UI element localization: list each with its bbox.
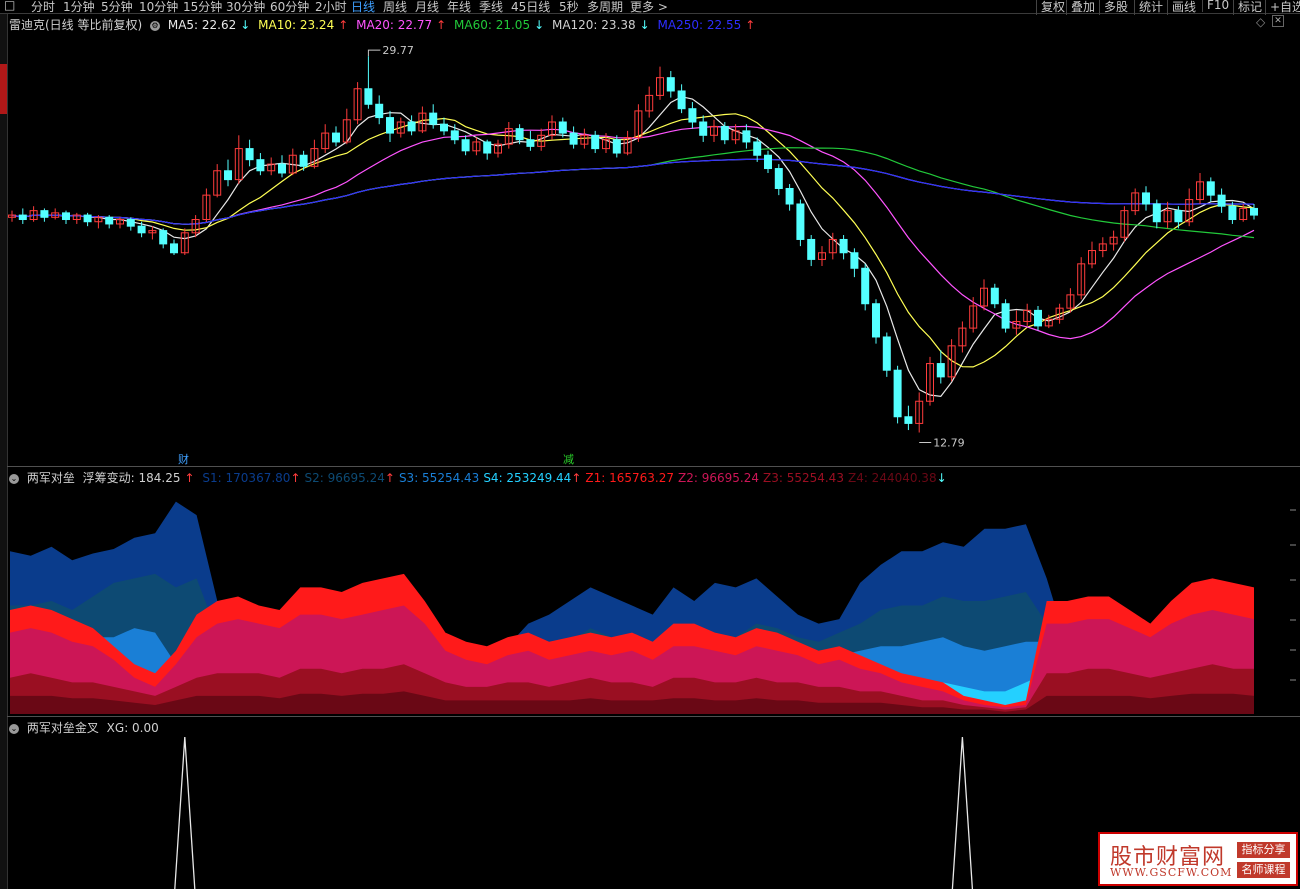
candle-body [591,134,600,150]
candle-body [245,148,254,161]
candle-body [1250,207,1258,216]
candle-body [159,230,168,245]
candle-body [105,216,114,225]
candle-body [375,103,384,119]
candle-body [526,139,535,147]
candle-body [1228,205,1237,221]
candle-body [332,132,340,143]
candle-body [764,154,772,170]
candle-body [990,287,999,305]
low-price-label: 12.79 [933,436,965,449]
candle-body [699,121,708,136]
signal-spike [951,736,974,889]
candle-body [666,77,675,92]
candle-body [850,252,859,269]
candle-body [1001,303,1010,329]
watermark-badge-indicator: 指标分享 [1237,842,1290,858]
candle-body [515,128,524,141]
candle-body [126,219,135,227]
candle-body [753,141,762,156]
watermark-logo: 股市财富网 WWW.GSCFW.COM 指标分享 名师课程 [1098,832,1298,886]
candle-body [807,238,816,260]
candle-body [742,130,751,143]
candle-body [872,303,880,338]
candle-body [1034,309,1042,327]
candle-body [558,121,567,134]
chart-canvas[interactable]: 29.77 12.79 财 减 [0,0,1300,889]
candle-body [278,163,286,174]
candle-body [1152,203,1161,223]
candle-body [882,336,891,371]
candle-body [893,369,902,418]
watermark-url: WWW.GSCFW.COM [1110,866,1233,879]
candle-body [688,108,697,123]
candle-body [1217,194,1226,207]
ma10-line [11,113,1255,368]
candle-body [429,112,438,125]
candle-body [774,168,783,189]
candle-body [461,139,470,152]
candle-body [861,267,870,305]
candle-body [612,139,621,154]
candle-body [440,123,448,132]
candle-body [170,243,178,254]
candle-body [839,238,848,254]
candle-body [785,187,794,205]
candle-body [904,416,913,424]
candle-body [18,214,27,221]
candle-body [720,125,729,141]
candle-body [386,117,394,134]
candle-body [407,121,416,132]
signal-spike [174,736,196,889]
candle-body [299,154,308,167]
event-marker-reduce: 减 [563,453,574,466]
candle-body [62,212,70,221]
high-price-label: 29.77 [382,44,414,57]
candle-body [1206,181,1215,196]
candle-body [450,130,459,141]
candle-body [483,141,492,154]
candle-body [137,225,146,234]
candle-body [224,170,232,181]
high-pointer [367,49,381,57]
candle-body [364,88,373,105]
candle-body [40,210,49,218]
candle-body [677,90,686,110]
event-marker-finance: 财 [178,452,189,466]
ma5-line [11,96,1255,398]
candle-body [83,214,92,223]
candle-body [1142,192,1150,205]
candle-body [569,132,578,145]
watermark-badge-course: 名师课程 [1237,862,1290,878]
candle-body [1174,210,1183,223]
candle-body [256,159,265,172]
candle-body [796,203,805,240]
candle-body [936,363,945,378]
